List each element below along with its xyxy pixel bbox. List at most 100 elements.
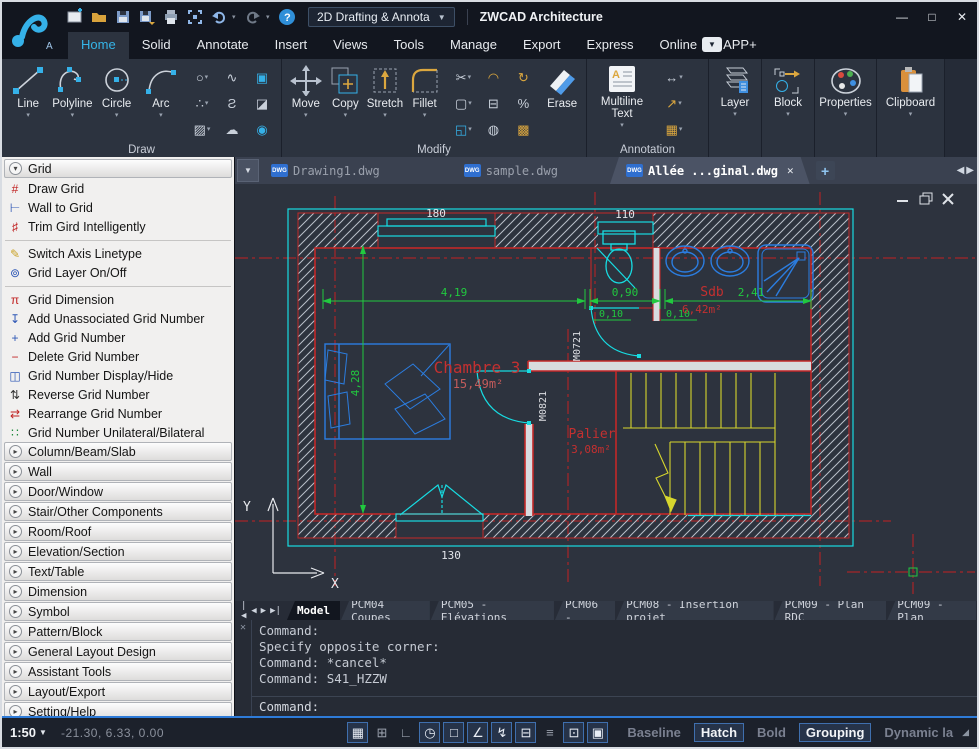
multiline-text-button[interactable]: A Multiline Text ▾	[591, 62, 653, 129]
polar-toggle[interactable]: ◷	[419, 722, 441, 743]
blend-icon[interactable]: ◍	[478, 116, 508, 142]
sidebar-section-column-beam-slab[interactable]: ▸ Column/Beam/Slab	[4, 442, 232, 461]
edit-polyline-icon[interactable]: Ƨ	[217, 90, 247, 116]
circle-button[interactable]: Circle ▾	[95, 62, 139, 119]
save-as-icon[interactable]	[136, 7, 158, 27]
sidebar-item[interactable]	[5, 236, 231, 241]
help-icon[interactable]: ?	[276, 7, 298, 27]
sidebar-section-assistant-tools[interactable]: ▸ Assistant Tools	[4, 662, 232, 681]
offset-icon[interactable]: ⊟	[478, 90, 508, 116]
tab-views[interactable]: Views	[320, 32, 380, 59]
sidebar-section-door-window[interactable]: ▸ Door/Window	[4, 482, 232, 501]
sidebar-item-rearrange-grid-number[interactable]: ⇄ Rearrange Grid Number	[2, 404, 234, 423]
redo-dropdown-icon[interactable]: ▾	[266, 13, 274, 21]
doc-tab-allee[interactable]: DWG Allée ...ginal.dwg ✕	[610, 157, 810, 184]
erase-button[interactable]: Erase	[542, 62, 582, 110]
open-icon[interactable]	[88, 7, 110, 27]
table-icon[interactable]: ▦ ▾	[657, 116, 691, 142]
sidebar-item-grid-layer-on-off[interactable]: ⊚ Grid Layer On/Off	[2, 263, 234, 282]
snap-toggle[interactable]: ▦	[347, 722, 369, 743]
tab-home[interactable]: Home	[68, 32, 129, 59]
clipboard-button[interactable]: Clipboard ▾	[885, 63, 937, 118]
rectangle-icon[interactable]: ▣	[247, 64, 277, 90]
line-button[interactable]: Line ▾	[6, 62, 50, 119]
layout-tab-pcm06[interactable]: PCM06 -	[554, 601, 616, 620]
ortho-toggle[interactable]: ∟	[395, 722, 416, 743]
trim-icon[interactable]: ✂ ▾	[448, 64, 478, 90]
hatch-icon[interactable]: ▨ ▾	[187, 116, 217, 142]
tab-insert[interactable]: Insert	[262, 32, 321, 59]
sidebar-item-add-unassociated-grid-number[interactable]: ↧ Add Unassociated Grid Number	[2, 309, 234, 328]
layout-nav-icon[interactable]: |◀	[241, 601, 247, 621]
tab-express[interactable]: Express	[574, 32, 647, 59]
select-similar-icon[interactable]: ▢ ▾	[448, 90, 478, 116]
tab-annotate[interactable]: Annotate	[184, 32, 262, 59]
bold-toggle[interactable]: Bold	[750, 723, 793, 742]
layout-tab-pcm09-rdc[interactable]: PCM09 - Plan RDC	[774, 601, 887, 620]
doc-tab-sample[interactable]: DWG sample.dwg	[454, 157, 568, 184]
tab-export[interactable]: Export	[510, 32, 574, 59]
polyline-button[interactable]: Polyline ▾	[50, 62, 94, 119]
baseline-toggle[interactable]: Baseline	[620, 723, 687, 742]
layout-nav-icon[interactable]: ◀	[251, 606, 256, 616]
command-input[interactable]: Command:	[252, 696, 977, 716]
sidebar-section-pattern-block[interactable]: ▸ Pattern/Block	[4, 622, 232, 641]
block-button[interactable]: Block ▾	[762, 63, 814, 118]
close-command-icon[interactable]: ✕	[240, 623, 246, 716]
quick-properties-toggle[interactable]: ⊟	[515, 722, 537, 743]
layer-button[interactable]: Layer ▾	[709, 63, 761, 118]
save-icon[interactable]	[112, 7, 134, 27]
tab-tools[interactable]: Tools	[381, 32, 437, 59]
new-tab-button[interactable]: +	[815, 161, 835, 180]
properties-button[interactable]: Properties ▾	[819, 63, 872, 118]
close-icon[interactable]: ✕	[947, 5, 977, 29]
sidebar-item-wall-to-grid[interactable]: ⊢ Wall to Grid	[2, 198, 234, 217]
ellipse-icon[interactable]: ○ ▾	[187, 64, 217, 90]
sidebar-section-stair-other-components[interactable]: ▸ Stair/Other Components	[4, 502, 232, 521]
edit-hatch-icon[interactable]: ▩	[508, 116, 538, 142]
arc-button[interactable]: Arc ▾	[139, 62, 183, 119]
restore-icon[interactable]	[919, 192, 933, 205]
close-tab-icon[interactable]: ✕	[787, 164, 794, 177]
sidebar-section-layout-export[interactable]: ▸ Layout/Export	[4, 682, 232, 701]
tab-list-dropdown-icon[interactable]: ▼	[237, 159, 259, 182]
minimize-icon[interactable]: —	[887, 5, 917, 29]
region-icon[interactable]: ◪	[247, 90, 277, 116]
sidebar-item-draw-grid[interactable]: # Draw Grid	[2, 179, 234, 198]
doc-tab-drawing1[interactable]: DWG Drawing1.dwg	[261, 157, 390, 184]
sidebar-section-symbol[interactable]: ▸ Symbol	[4, 602, 232, 621]
sidebar-section-grid[interactable]: ▾ Grid	[4, 159, 232, 178]
layout-tab-pcm09-plan[interactable]: PCM09 - Plan	[887, 601, 977, 620]
linear-dimension-icon[interactable]: ↔ ▾	[657, 64, 691, 90]
point-icon[interactable]: ∴ ▾	[187, 90, 217, 116]
lineweight-toggle[interactable]: ≡	[539, 722, 560, 743]
move-button[interactable]: Move ▾	[286, 62, 326, 119]
close-icon[interactable]	[942, 193, 954, 205]
new-drawing-icon[interactable]	[64, 7, 86, 27]
undo-icon[interactable]	[208, 7, 230, 27]
tab-solid[interactable]: Solid	[129, 32, 184, 59]
annotation-autoscale-toggle[interactable]: ▣	[587, 722, 609, 743]
sidebar-item-grid-dimension[interactable]: π Grid Dimension	[2, 290, 234, 309]
sidebar-section-text-table[interactable]: ▸ Text/Table	[4, 562, 232, 581]
app-plus-dropdown-icon[interactable]: ▼	[702, 37, 722, 52]
layout-tab-pcm04[interactable]: PCM04 Coupes	[341, 601, 430, 620]
sidebar-item-add-grid-number[interactable]: + Add Grid Number	[2, 328, 234, 347]
rotate-icon[interactable]: ↻	[508, 64, 538, 90]
redo-icon[interactable]	[242, 7, 264, 27]
sidebar-item-trim-gird-intelligently[interactable]: ♯ Trim Gird Intelligently	[2, 217, 234, 236]
sidebar-item-switch-axis-linetype[interactable]: ✎ Switch Axis Linetype	[2, 244, 234, 263]
sidebar-item-grid-number-display-hide[interactable]: ◫ Grid Number Display/Hide	[2, 366, 234, 385]
grid-toggle[interactable]: ⊞	[371, 722, 392, 743]
donut-icon[interactable]: ◉	[247, 116, 277, 142]
sidebar-item-delete-grid-number[interactable]: − Delete Grid Number	[2, 347, 234, 366]
sidebar-section-dimension[interactable]: ▸ Dimension	[4, 582, 232, 601]
explode-icon[interactable]: ◱ ▾	[448, 116, 478, 142]
layout-tab-pcm08[interactable]: PCM08 - Insertion projet	[616, 601, 774, 620]
scale-selector[interactable]: 1:50 ▼	[10, 725, 47, 740]
undo-dropdown-icon[interactable]: ▾	[232, 13, 240, 21]
layout-nav-icon[interactable]: ▶|	[270, 606, 281, 616]
spline-icon[interactable]: ∿	[217, 64, 247, 90]
plot-preview-icon[interactable]	[184, 7, 206, 27]
fillet-button[interactable]: Fillet ▾	[405, 62, 445, 119]
